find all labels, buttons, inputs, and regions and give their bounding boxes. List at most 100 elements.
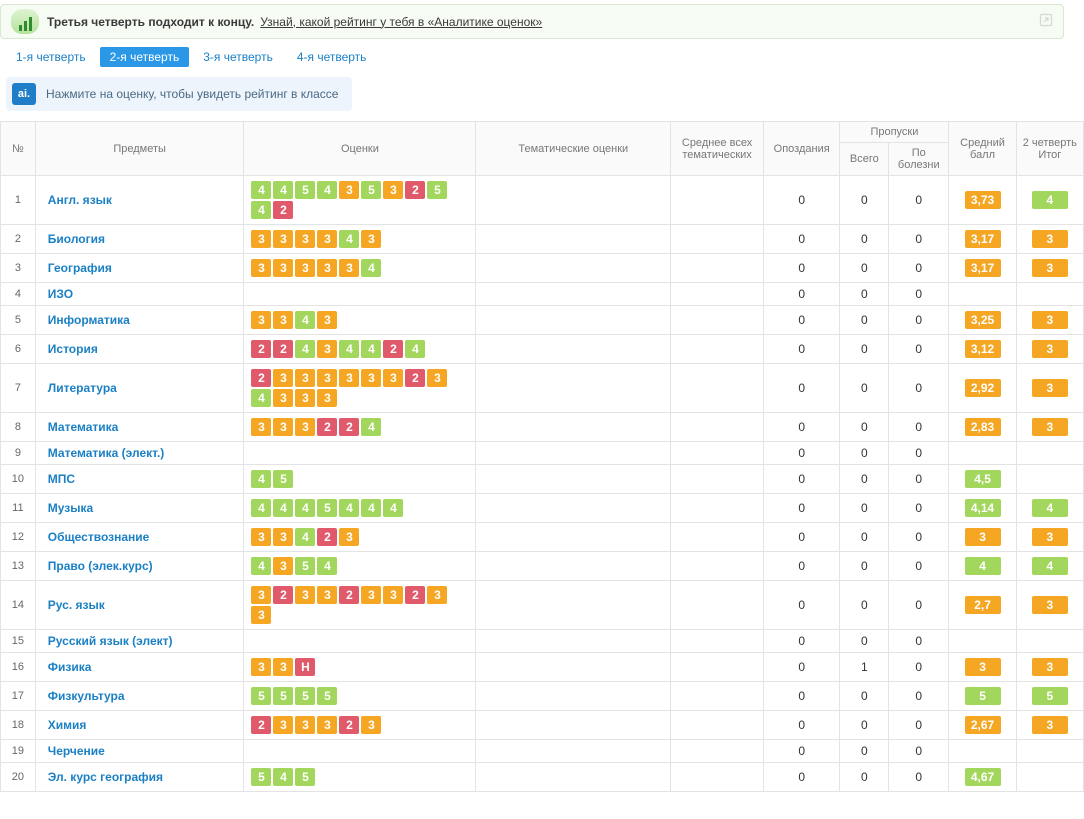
subject-link[interactable]: Литература xyxy=(48,381,117,395)
grade-badge[interactable]: 3 xyxy=(251,586,271,604)
grade-badge[interactable]: 2 xyxy=(405,369,425,387)
grade-badge[interactable]: 3 xyxy=(383,586,403,604)
grade-badge[interactable]: 3 xyxy=(295,716,315,734)
grade-badge[interactable]: 3 xyxy=(361,369,381,387)
subject-link[interactable]: Эл. курс география xyxy=(48,770,163,784)
grade-badge[interactable]: 2 xyxy=(273,340,293,358)
grade-badge[interactable]: 5 xyxy=(295,181,315,199)
grade-badge[interactable]: 4 xyxy=(361,418,381,436)
grade-badge[interactable]: 4 xyxy=(317,181,337,199)
grade-badge[interactable]: 3 xyxy=(273,311,293,329)
grade-badge[interactable]: 3 xyxy=(317,716,337,734)
grade-badge[interactable]: 4 xyxy=(339,340,359,358)
grade-badge[interactable]: 2 xyxy=(339,586,359,604)
grade-badge[interactable]: 2 xyxy=(339,418,359,436)
grade-badge[interactable]: 3 xyxy=(361,716,381,734)
grade-badge[interactable]: 5 xyxy=(251,687,271,705)
grade-badge[interactable]: 5 xyxy=(295,687,315,705)
grade-badge[interactable]: 4 xyxy=(251,201,271,219)
grade-badge[interactable]: 3 xyxy=(383,369,403,387)
grade-badge[interactable]: 3 xyxy=(339,259,359,277)
grade-badge[interactable]: 3 xyxy=(273,716,293,734)
grade-badge[interactable]: 4 xyxy=(273,181,293,199)
grade-badge[interactable]: 3 xyxy=(251,606,271,624)
grade-badge[interactable]: 3 xyxy=(317,259,337,277)
tab-quarter-4[interactable]: 4-я четверть xyxy=(287,47,377,67)
subject-link[interactable]: Право (элек.курс) xyxy=(48,559,153,573)
grade-badge[interactable]: 2 xyxy=(273,201,293,219)
grade-badge[interactable]: 3 xyxy=(251,418,271,436)
grade-badge[interactable]: 5 xyxy=(317,687,337,705)
grade-badge[interactable]: 5 xyxy=(295,768,315,786)
tab-quarter-1[interactable]: 1-я четверть xyxy=(6,47,96,67)
grade-badge[interactable]: 2 xyxy=(317,528,337,546)
grade-badge[interactable]: 4 xyxy=(405,340,425,358)
grade-badge[interactable]: 3 xyxy=(427,586,447,604)
grade-badge[interactable]: 4 xyxy=(273,499,293,517)
grade-badge[interactable]: 3 xyxy=(273,528,293,546)
grade-badge[interactable]: 3 xyxy=(361,230,381,248)
grade-badge[interactable]: 4 xyxy=(251,389,271,407)
grade-badge[interactable]: 3 xyxy=(317,230,337,248)
subject-link[interactable]: Математика xyxy=(48,420,119,434)
grade-badge[interactable]: 2 xyxy=(251,340,271,358)
grade-badge[interactable]: 4 xyxy=(251,181,271,199)
grade-badge[interactable]: 3 xyxy=(295,418,315,436)
grade-badge[interactable]: 3 xyxy=(273,557,293,575)
grade-badge[interactable]: 3 xyxy=(273,418,293,436)
grade-badge[interactable]: 3 xyxy=(251,259,271,277)
grade-badge[interactable]: 5 xyxy=(361,181,381,199)
grade-badge[interactable]: 3 xyxy=(295,259,315,277)
grade-badge[interactable]: 3 xyxy=(317,311,337,329)
grade-badge[interactable]: 2 xyxy=(251,716,271,734)
subject-link[interactable]: Музыка xyxy=(48,501,93,515)
grade-badge[interactable]: 2 xyxy=(273,586,293,604)
grade-badge[interactable]: 4 xyxy=(251,470,271,488)
grade-badge[interactable]: 3 xyxy=(427,369,447,387)
grade-badge[interactable]: 3 xyxy=(339,181,359,199)
external-link-icon[interactable] xyxy=(1039,13,1053,30)
grade-badge[interactable]: 3 xyxy=(317,389,337,407)
grade-badge[interactable]: 2 xyxy=(251,369,271,387)
grade-badge[interactable]: 3 xyxy=(339,369,359,387)
grade-badge[interactable]: 4 xyxy=(295,311,315,329)
grade-badge[interactable]: 3 xyxy=(295,369,315,387)
subject-link[interactable]: Физика xyxy=(48,660,92,674)
grade-badge[interactable]: 5 xyxy=(273,470,293,488)
subject-link[interactable]: Химия xyxy=(48,718,87,732)
grade-badge[interactable]: 4 xyxy=(295,528,315,546)
subject-link[interactable]: География xyxy=(48,261,112,275)
grade-badge[interactable]: 4 xyxy=(273,768,293,786)
grade-badge[interactable]: 5 xyxy=(273,687,293,705)
subject-link[interactable]: Математика (элект.) xyxy=(48,446,165,460)
grade-badge[interactable]: 5 xyxy=(317,499,337,517)
grade-badge[interactable]: 3 xyxy=(317,340,337,358)
grade-badge[interactable]: 3 xyxy=(273,259,293,277)
grade-badge[interactable]: 3 xyxy=(251,528,271,546)
grade-badge[interactable]: 3 xyxy=(273,389,293,407)
subject-link[interactable]: История xyxy=(48,342,98,356)
subject-link[interactable]: Обществознание xyxy=(48,530,150,544)
grade-badge[interactable]: 3 xyxy=(273,658,293,676)
grade-badge[interactable]: 3 xyxy=(295,230,315,248)
grade-badge[interactable]: 3 xyxy=(339,528,359,546)
grade-badge[interactable]: 2 xyxy=(405,181,425,199)
grade-badge[interactable]: Н xyxy=(295,658,315,676)
grade-badge[interactable]: 3 xyxy=(273,369,293,387)
grade-badge[interactable]: 4 xyxy=(339,499,359,517)
grade-badge[interactable]: 2 xyxy=(339,716,359,734)
subject-link[interactable]: Биология xyxy=(48,232,105,246)
grade-badge[interactable]: 4 xyxy=(295,499,315,517)
grade-badge[interactable]: 3 xyxy=(317,586,337,604)
grade-badge[interactable]: 3 xyxy=(317,369,337,387)
subject-link[interactable]: ИЗО xyxy=(48,287,73,301)
grade-badge[interactable]: 4 xyxy=(251,557,271,575)
subject-link[interactable]: Русский язык (элект) xyxy=(48,634,173,648)
grade-badge[interactable]: 4 xyxy=(251,499,271,517)
grade-badge[interactable]: 3 xyxy=(251,311,271,329)
subject-link[interactable]: Черчение xyxy=(48,744,105,758)
grade-badge[interactable]: 4 xyxy=(361,499,381,517)
grade-badge[interactable]: 3 xyxy=(383,181,403,199)
grade-badge[interactable]: 4 xyxy=(383,499,403,517)
grade-badge[interactable]: 4 xyxy=(361,259,381,277)
